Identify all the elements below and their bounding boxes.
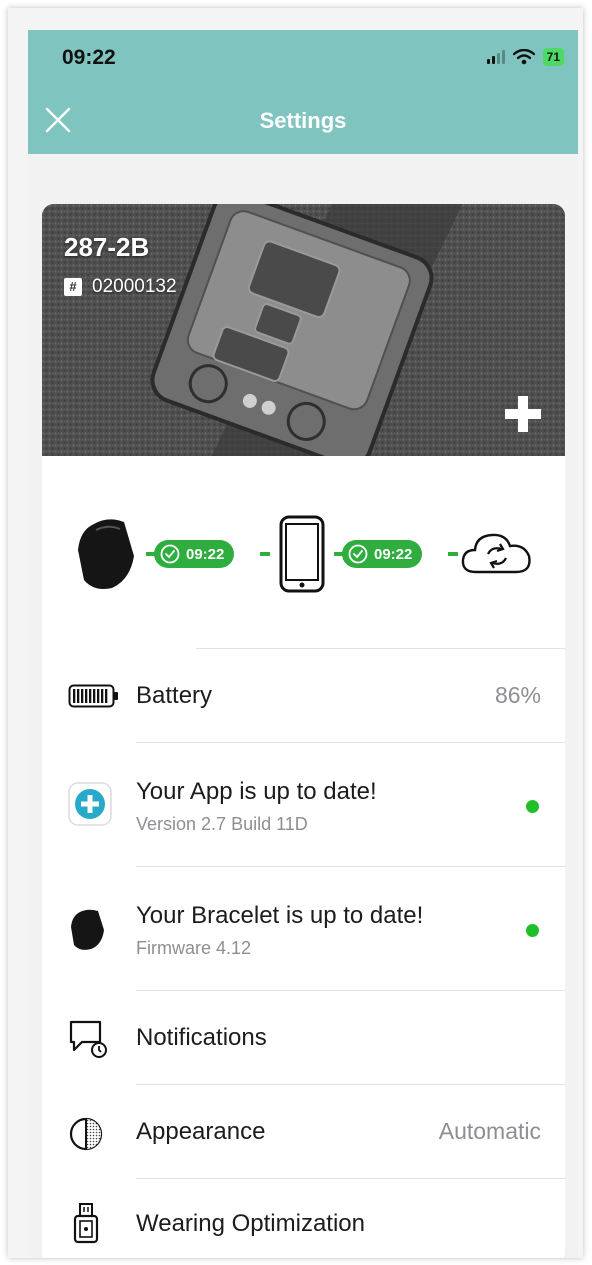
battery-value: 86%	[494, 682, 541, 708]
cloud-sync-time: 09:22	[374, 545, 413, 563]
appearance-icon	[69, 1117, 103, 1151]
app-version: Version 2.7 Build 11D	[136, 814, 308, 834]
bracelet-icon	[71, 909, 104, 950]
status-icons: 71	[486, 48, 564, 66]
header-bar: 09:22 71 Settings	[28, 30, 578, 154]
plus-icon[interactable]	[501, 392, 545, 436]
sync-connector	[448, 552, 458, 556]
page-title: Settings	[259, 108, 347, 133]
signal-icon	[486, 50, 505, 64]
app-status-dot	[526, 800, 539, 813]
notifications-label: Notifications	[136, 1024, 267, 1051]
appearance-row[interactable]: Appearance Automatic	[42, 1086, 565, 1178]
app-status-label: Your App is up to date!	[136, 778, 377, 805]
divider	[196, 648, 565, 649]
phone-icon	[279, 515, 325, 593]
divider	[136, 1084, 565, 1085]
bracelet-sync-time: 09:22	[186, 545, 225, 563]
appearance-value: Automatic	[438, 1118, 541, 1144]
hash-icon: #	[64, 278, 82, 296]
device-photo: 287-2B # 02000132	[42, 204, 565, 456]
appearance-label: Appearance	[136, 1118, 266, 1145]
notification-bubble-icon	[69, 1020, 107, 1058]
cloud-sync-badge: 09:22	[342, 540, 423, 568]
battery-icon	[68, 684, 118, 708]
notifications-row[interactable]: Notifications	[42, 992, 565, 1084]
check-circle-icon	[160, 544, 180, 564]
app-logo-icon	[68, 782, 112, 826]
status-time: 09:22	[62, 46, 116, 69]
cloud-sync-icon	[461, 533, 531, 574]
bracelet-status-dot	[526, 924, 539, 937]
device-serial: # 02000132	[64, 276, 177, 298]
check-circle-icon	[348, 544, 368, 564]
phone-screen: 09:22 71 Settings 287-2B # 02000132 09:2…	[28, 30, 578, 1258]
divider	[136, 1178, 565, 1179]
device-card: 287-2B # 02000132 09:22 09:22 Battery 86…	[42, 204, 565, 1258]
bracelet-status-label: Your Bracelet is up to date!	[136, 902, 424, 929]
divider	[136, 866, 565, 867]
screenshot-frame: 09:22 71 Settings 287-2B # 02000132 09:2…	[8, 8, 583, 1258]
divider	[136, 990, 565, 991]
battery-row[interactable]: Battery 86%	[42, 650, 565, 742]
serial-number: 02000132	[92, 276, 177, 297]
bracelet-firmware: Firmware 4.12	[136, 938, 252, 958]
wearing-optimization-row[interactable]: Wearing Optimization	[42, 1180, 565, 1258]
wifi-icon	[512, 49, 535, 65]
watch-band-icon	[73, 1203, 99, 1244]
bracelet-icon	[78, 519, 134, 589]
divider	[136, 742, 565, 743]
bracelet-sync-badge: 09:22	[154, 540, 235, 568]
sync-connector	[260, 552, 270, 556]
bracelet-update-row[interactable]: Your Bracelet is up to date! Firmware 4.…	[42, 868, 565, 990]
sync-status-row: 09:22 09:22	[42, 504, 565, 604]
device-name: 287-2B	[64, 232, 150, 262]
battery-status-badge: 71	[542, 48, 564, 66]
wearing-optimization-label: Wearing Optimization	[136, 1210, 365, 1237]
battery-label: Battery	[136, 682, 213, 709]
app-update-row[interactable]: Your App is up to date! Version 2.7 Buil…	[42, 744, 565, 866]
